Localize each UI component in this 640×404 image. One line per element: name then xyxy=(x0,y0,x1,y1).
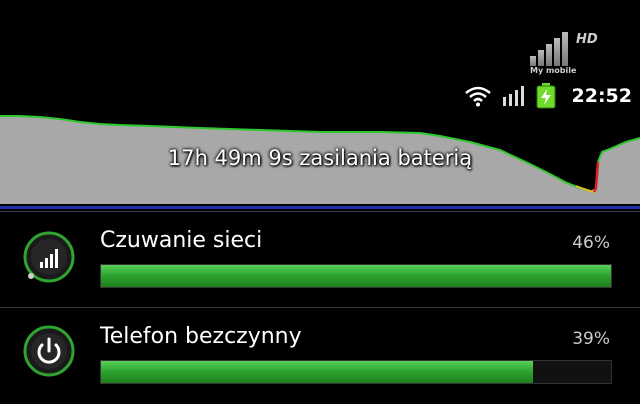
usage-progress-bar xyxy=(100,360,612,384)
battery-charging-icon xyxy=(536,83,556,109)
usage-item-cell-standby[interactable]: Czuwanie sieci 46% xyxy=(0,212,640,308)
watermark-hd-badge: HD xyxy=(576,32,598,47)
usage-item-phone-idle[interactable]: Telefon bezczynny 39% xyxy=(0,308,640,404)
usage-item-name: Telefon bezczynny xyxy=(100,324,302,349)
mymobile-watermark-logo: HD My mobile xyxy=(526,32,636,80)
power-icon xyxy=(23,325,75,377)
usage-progress-bar xyxy=(100,264,612,288)
usage-item-percent: 46% xyxy=(572,233,610,253)
usage-item-percent: 39% xyxy=(572,329,610,349)
signal-icon xyxy=(502,86,524,106)
usage-progress-fill xyxy=(101,265,611,287)
status-bar: 22:52 xyxy=(464,82,632,110)
status-clock: 22:52 xyxy=(571,85,632,107)
battery-graph-awake-strip xyxy=(0,206,640,209)
signal-bars-icon xyxy=(23,231,75,283)
battery-time-label: 17h 49m 9s zasilania baterią xyxy=(167,146,473,170)
usage-item-name: Czuwanie sieci xyxy=(100,228,263,253)
watermark-bars-icon xyxy=(530,32,574,66)
usage-progress-fill xyxy=(101,361,534,383)
wifi-icon xyxy=(464,86,491,107)
watermark-text: My mobile xyxy=(530,66,577,75)
